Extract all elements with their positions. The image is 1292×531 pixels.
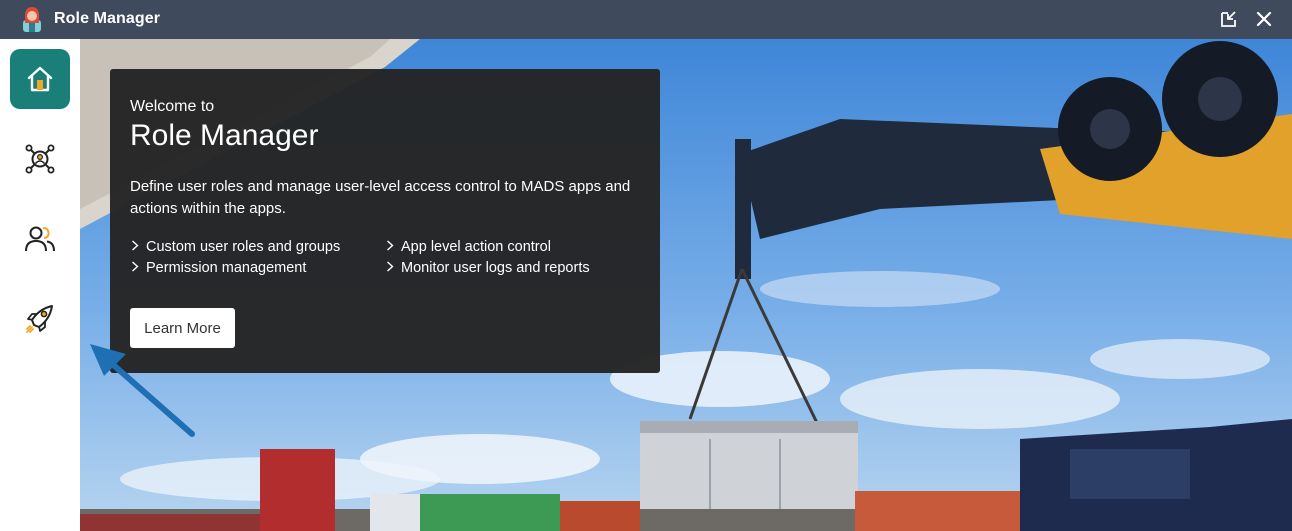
sidebar-item-users[interactable] (10, 209, 70, 269)
feature-item: Monitor user logs and reports (385, 260, 590, 276)
sidebar-item-network[interactable] (10, 129, 70, 189)
user-avatar-icon (23, 7, 41, 32)
annotation-arrow (90, 344, 195, 437)
feature-item: App level action control (385, 239, 551, 255)
close-icon (1256, 11, 1272, 27)
chevron-right-icon (132, 261, 139, 272)
welcome-panel: Welcome to Role Manager Define user role… (110, 69, 660, 373)
chevron-right-icon (132, 240, 139, 251)
popout-button[interactable] (1218, 8, 1240, 30)
welcome-subtitle: Welcome to (130, 98, 215, 115)
network-hub-icon (25, 144, 55, 174)
chevron-right-icon (387, 261, 394, 272)
welcome-description: Define user roles and manage user-level … (130, 178, 631, 217)
popout-icon (1221, 11, 1236, 27)
app-title: Role Manager (54, 10, 161, 27)
home-icon (27, 66, 53, 92)
welcome-title: Role Manager (130, 119, 319, 152)
chevron-right-icon (387, 240, 394, 251)
close-button[interactable] (1253, 8, 1275, 30)
title-bar: Role Manager (0, 0, 1292, 39)
users-icon (25, 226, 55, 252)
sidebar-item-launch[interactable] (10, 289, 70, 349)
sidebar-item-home[interactable] (10, 49, 70, 109)
sidebar (0, 39, 80, 531)
main-content: Welcome to Role Manager Define user role… (80, 39, 1292, 531)
feature-item: Custom user roles and groups (130, 239, 340, 255)
feature-item: Permission management (130, 260, 306, 276)
rocket-icon (26, 305, 53, 333)
